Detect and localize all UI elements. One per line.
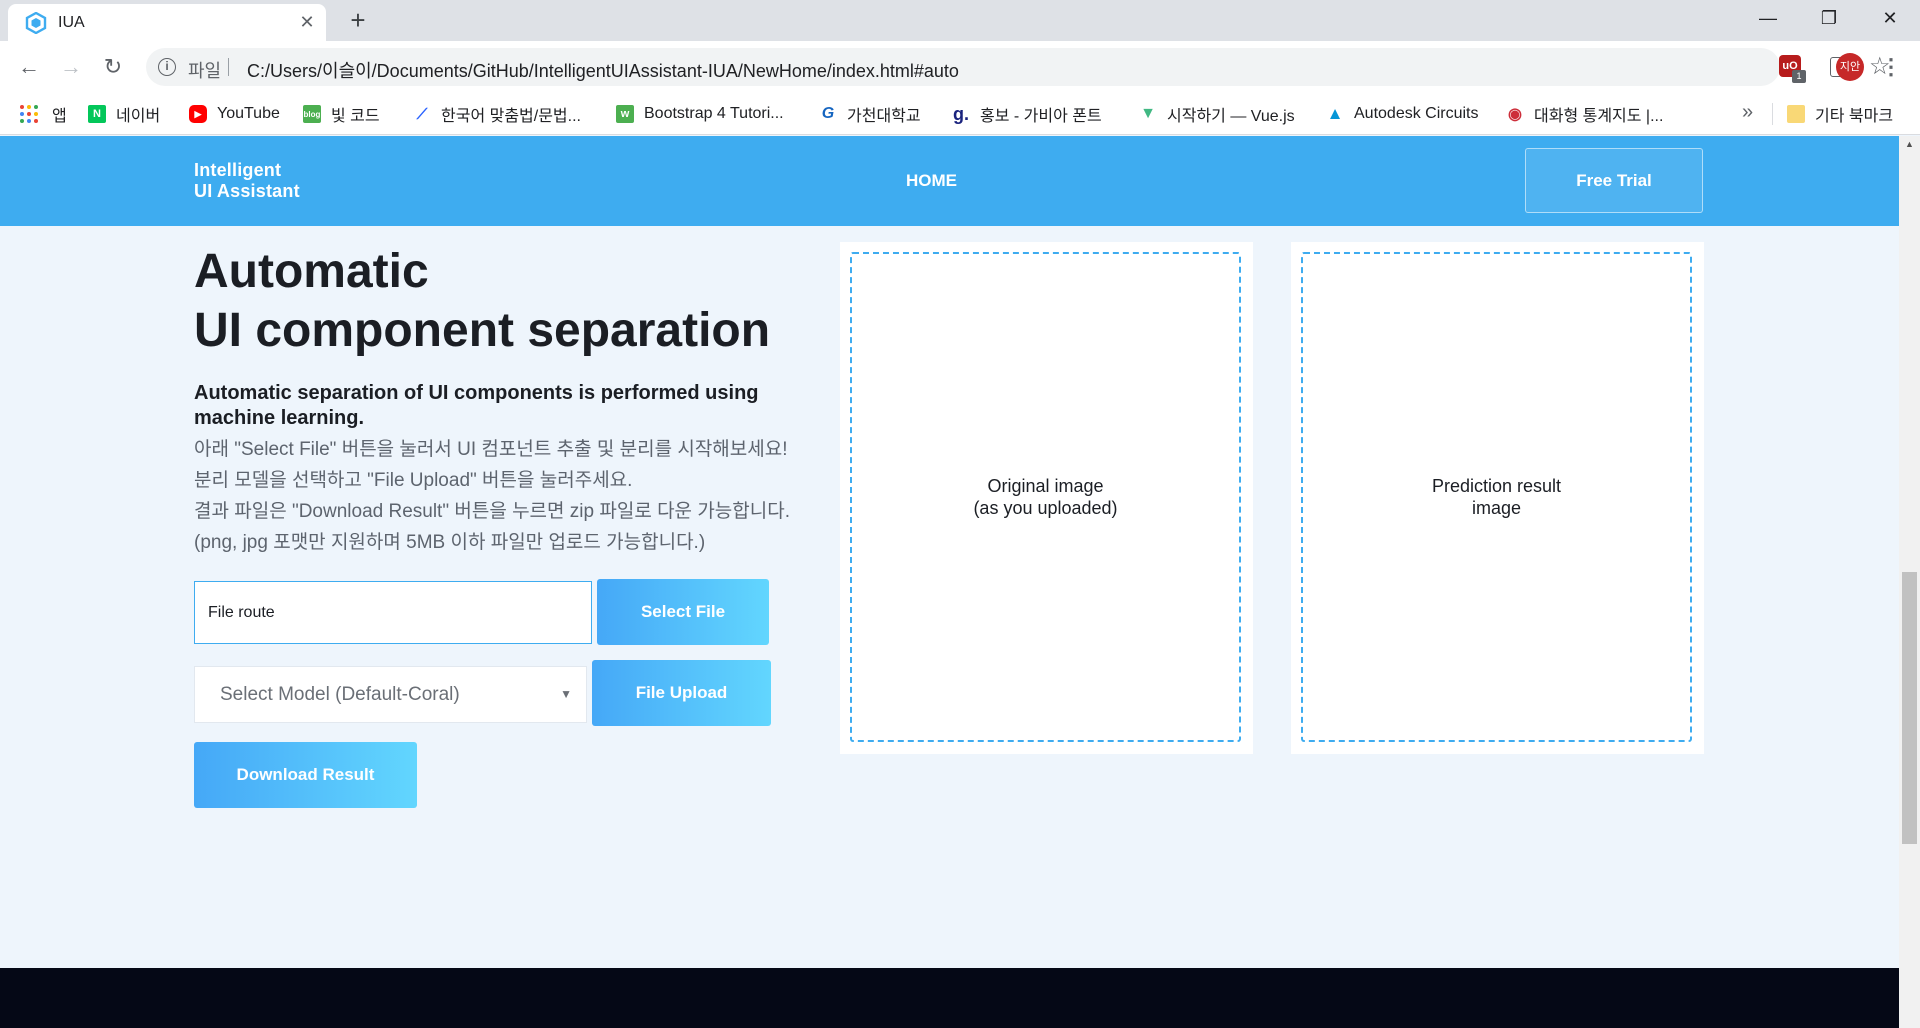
file-upload-button[interactable]: File Upload xyxy=(592,660,771,726)
stats-map-icon: ◉ xyxy=(1506,105,1524,123)
bookmark-label: 시작하기 — Vue.js xyxy=(1167,108,1295,125)
description-line: 분리 모델을 선택하고 "File Upload" 버튼을 눌러주세요. xyxy=(194,470,633,491)
prediction-image-panel: Prediction result image xyxy=(1291,242,1704,754)
select-file-button[interactable]: Select File xyxy=(597,579,769,645)
bookmark-apps[interactable]: 앱 xyxy=(20,102,67,126)
scrollbar-thumb[interactable] xyxy=(1902,572,1917,844)
bookmark-label: YouTube xyxy=(217,105,280,122)
bookmark-label: Bootstrap 4 Tutori... xyxy=(644,105,784,122)
more-bookmarks-icon[interactable]: » xyxy=(1742,101,1753,124)
page-subtitle: Automatic separation of UI components is… xyxy=(194,382,759,429)
original-label-line-2: (as you uploaded) xyxy=(973,498,1118,518)
extension-badge: 1 xyxy=(1792,70,1806,83)
autodesk-icon: ▲ xyxy=(1326,104,1344,123)
bookmarks-bar: 앱 N 네이버 ▶ YouTube blog 빛 코드 ⟋ 한국어 맞춤법/문법… xyxy=(0,93,1920,135)
prediction-image-placeholder: Prediction result image xyxy=(1301,252,1692,742)
download-result-button[interactable]: Download Result xyxy=(194,742,417,808)
profile-avatar[interactable]: 지안 xyxy=(1836,53,1864,81)
bookmark-gabia[interactable]: g. 홍보 - 가비아 폰트 xyxy=(952,102,1102,126)
prediction-label-line-1: Prediction result xyxy=(1431,476,1562,496)
nav-home-link[interactable]: HOME xyxy=(906,171,957,191)
bookmark-label: Autodesk Circuits xyxy=(1354,105,1479,122)
title-line-2: UI component separation xyxy=(194,304,771,357)
bookmark-label: 앱 xyxy=(52,108,67,125)
bookmark-label: 대화형 통계지도 |... xyxy=(1534,108,1664,125)
forward-icon[interactable]: → xyxy=(56,52,86,82)
vue-icon: ▼ xyxy=(1139,105,1157,123)
bookmark-label: 빛 코드 xyxy=(331,108,380,125)
description: 아래 "Select File" 버튼을 눌러서 UI 컴포넌트 추출 및 분리… xyxy=(194,434,834,558)
scroll-up-icon[interactable]: ▲ xyxy=(1899,136,1920,152)
new-tab-icon[interactable]: + xyxy=(344,6,372,34)
description-line: 결과 파일은 "Download Result" 버튼을 누르면 zip 파일로… xyxy=(194,501,790,522)
reload-icon[interactable]: ↻ xyxy=(98,52,128,82)
free-trial-button[interactable]: Free Trial xyxy=(1525,148,1703,213)
bookmark-label: 한국어 맞춤법/문법... xyxy=(441,108,581,125)
page-viewport: Intelligent UI Assistant HOME Free Trial… xyxy=(0,136,1899,1028)
gachon-icon: G xyxy=(819,105,837,123)
gabia-icon: g. xyxy=(952,103,970,124)
logo-line-2: UI Assistant xyxy=(194,181,300,201)
title-line-1: Automatic xyxy=(194,245,429,298)
bookmark-label: 네이버 xyxy=(116,108,161,125)
chevron-down-icon: ▼ xyxy=(560,687,572,701)
bookmark-vue[interactable]: ▼ 시작하기 — Vue.js xyxy=(1139,102,1295,126)
page-footer xyxy=(0,968,1899,1028)
other-bookmarks-label: 기타 북마크 xyxy=(1815,108,1894,125)
original-label-line-1: Original image xyxy=(987,476,1104,496)
iua-favicon-icon xyxy=(25,12,47,34)
logo-line-1: Intelligent xyxy=(194,160,282,180)
site-navbar: Intelligent UI Assistant HOME Free Trial xyxy=(0,136,1899,226)
bookmark-autodesk[interactable]: ▲ Autodesk Circuits xyxy=(1326,102,1479,126)
original-image-panel: Original image (as you uploaded) xyxy=(840,242,1253,754)
page-title: Automatic UI component separation xyxy=(194,242,770,360)
bookmark-label: 가천대학교 xyxy=(847,108,921,125)
omnibox-divider xyxy=(228,58,229,76)
restore-icon[interactable]: ❐ xyxy=(1805,0,1853,36)
blog-icon: blog xyxy=(303,105,321,123)
bookmark-label: 홍보 - 가비아 폰트 xyxy=(980,108,1102,125)
folder-icon xyxy=(1787,105,1805,123)
bookmark-bootstrap[interactable]: w Bootstrap 4 Tutori... xyxy=(616,102,784,126)
browser-toolbar: ← → ↻ i 파일 C:/Users/이슬이/Documents/GitHub… xyxy=(0,41,1920,93)
tab-close-icon[interactable]: ✕ xyxy=(296,11,318,33)
minimize-icon[interactable]: — xyxy=(1744,0,1792,36)
browser-tab-strip: IUA ✕ + — ❐ ✕ xyxy=(0,0,1920,41)
url-text[interactable]: C:/Users/이슬이/Documents/GitHub/Intelligen… xyxy=(247,57,959,83)
tab-title: IUA xyxy=(58,14,85,31)
bookmark-gachon[interactable]: G 가천대학교 xyxy=(819,102,921,126)
other-bookmarks[interactable]: 기타 북마크 xyxy=(1787,102,1893,126)
description-line: (png, jpg 포맷만 지원하며 5MB 이하 파일만 업로드 가능합니다.… xyxy=(194,532,706,553)
bookmark-spellcheck[interactable]: ⟋ 한국어 맞춤법/문법... xyxy=(413,102,581,126)
youtube-icon: ▶ xyxy=(189,105,207,123)
back-icon[interactable]: ← xyxy=(14,52,44,82)
w3schools-icon: w xyxy=(616,105,634,123)
bookmark-youtube[interactable]: ▶ YouTube xyxy=(189,102,280,126)
browser-menu-icon[interactable]: ⋮ xyxy=(1880,53,1902,81)
scheme-label: 파일 xyxy=(188,61,222,81)
model-select[interactable]: Select Model (Default-Coral) ▼ xyxy=(194,666,587,723)
apps-grid-icon xyxy=(20,105,38,123)
file-route-input[interactable]: File route xyxy=(194,581,592,644)
bookmark-naver[interactable]: N 네이버 xyxy=(88,102,160,126)
address-bar[interactable]: i 파일 C:/Users/이슬이/Documents/GitHub/Intel… xyxy=(146,48,1891,86)
window-close-icon[interactable]: ✕ xyxy=(1866,0,1914,36)
naver-icon: N xyxy=(88,105,106,123)
browser-tab[interactable]: IUA ✕ xyxy=(8,4,326,41)
description-line: 아래 "Select File" 버튼을 눌러서 UI 컴포넌트 추출 및 분리… xyxy=(194,439,788,460)
model-select-value: Select Model (Default-Coral) xyxy=(220,684,460,705)
site-info-icon[interactable]: i xyxy=(158,58,176,76)
spellcheck-icon: ⟋ xyxy=(413,105,431,123)
bookmark-blog[interactable]: blog 빛 코드 xyxy=(303,102,380,126)
bookmarks-divider xyxy=(1772,103,1773,125)
site-logo[interactable]: Intelligent UI Assistant xyxy=(194,160,304,202)
original-image-placeholder: Original image (as you uploaded) xyxy=(850,252,1241,742)
page-scrollbar[interactable]: ▲ xyxy=(1899,136,1920,1028)
bookmark-stats-map[interactable]: ◉ 대화형 통계지도 |... xyxy=(1506,102,1663,126)
prediction-label-line-2: image xyxy=(1471,498,1522,518)
